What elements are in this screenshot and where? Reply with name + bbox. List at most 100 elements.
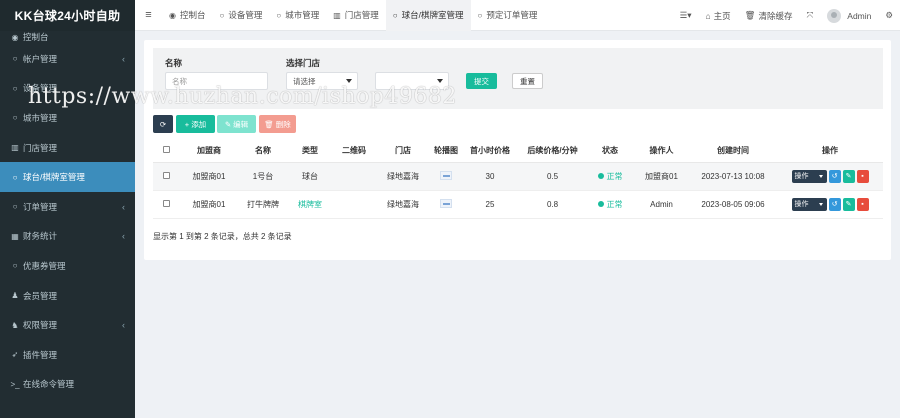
column-header[interactable]: 状态 xyxy=(586,140,634,163)
sidebar-item[interactable]: ○ 帐户管理 ‹ xyxy=(0,44,135,74)
checkbox[interactable] xyxy=(162,171,170,179)
row-delete-button[interactable]: ▪ xyxy=(856,169,869,183)
nav-tab[interactable]: ○ 球台/棋牌室管理 xyxy=(385,0,471,31)
franchisee-value: 加盟商01 xyxy=(192,171,226,181)
column-header[interactable]: 名称 xyxy=(239,140,287,163)
row-select-cell[interactable] xyxy=(153,162,179,191)
top-header: ≡ ◉ 控制台 ○ 设备管理 ○ 城市管理 ▥ 门店管理 ○ 球台/棋牌室管理 ○ 预定订单管理 ☰▾… xyxy=(135,0,900,31)
restore-button[interactable]: ↺ xyxy=(828,169,841,183)
cell-store: 绿地嘉海 xyxy=(375,162,431,191)
rocket-icon: ➶ xyxy=(11,350,19,360)
image-thumbnail-icon[interactable] xyxy=(440,198,452,208)
list-icon: ☰▾ xyxy=(679,10,692,20)
delete-button[interactable]: 🗑 删除 xyxy=(259,115,296,133)
user-menu[interactable]: Admin xyxy=(820,8,878,23)
sidebar-item[interactable]: ♞ 权限管理 ‹ xyxy=(0,310,135,340)
column-header[interactable]: 加盟商 xyxy=(179,140,239,163)
table-select[interactable] xyxy=(375,72,449,90)
nav-tab[interactable]: ▥ 门店管理 xyxy=(326,0,386,31)
chevron-left-icon: ‹ xyxy=(122,320,125,331)
fullscreen-button[interactable]: ⤧ xyxy=(799,10,820,21)
nav-tab[interactable]: ○ 预定订单管理 xyxy=(471,0,545,31)
type-value[interactable]: 球台 xyxy=(302,172,318,181)
sidebar-item[interactable]: ▥ 门店管理 xyxy=(0,133,135,163)
row-edit-button[interactable]: ✎ xyxy=(842,169,855,183)
nav-tab[interactable]: ○ 设备管理 xyxy=(213,0,270,31)
pencil-icon: ✎ xyxy=(845,173,852,180)
row-edit-button[interactable]: ✎ xyxy=(842,197,855,211)
sidebar-item[interactable]: ○ 球台/棋牌室管理 xyxy=(0,162,135,192)
action-dropdown-button[interactable]: 操作 xyxy=(791,197,827,211)
sidebar-item[interactable]: ♟ 会员管理 xyxy=(0,281,135,311)
clear-cache-button[interactable]: 🗑 清除缓存 xyxy=(738,10,800,22)
sidebar-item[interactable]: ➶ 插件管理 xyxy=(0,340,135,370)
column-header[interactable]: 二维码 xyxy=(333,140,375,163)
status-dot-icon xyxy=(597,201,604,207)
table-header-row: 加盟商 名称 类型 二维码 门店 轮播图 首小时价格 后续价格/分钟 状态 操作人 创建时间 操作 xyxy=(153,140,883,163)
submit-button[interactable]: 提交 xyxy=(466,73,497,89)
nav-tab[interactable]: ○ 城市管理 xyxy=(269,0,326,31)
action-dropdown-button[interactable]: 操作 xyxy=(791,169,827,183)
sidebar: KK台球24小时自助 ◉ 控制台 ○ 帐户管理 ‹ ○ 设备管理 ○ 城市管理 ▥ 门店管理 ○ 球台/… xyxy=(0,0,135,418)
brand-logo-text[interactable]: KK台球24小时自助 xyxy=(0,0,135,31)
trash-icon: 🗑 xyxy=(744,10,756,20)
cell-carousel[interactable] xyxy=(431,190,461,219)
cell-type[interactable]: 球台 xyxy=(287,162,333,191)
column-header[interactable]: 后续价格/分钟 xyxy=(519,140,586,163)
checkbox[interactable] xyxy=(162,199,170,207)
column-header[interactable]: 创建时间 xyxy=(689,140,777,163)
column-header[interactable]: 操作人 xyxy=(634,140,689,163)
column-header[interactable]: 门店 xyxy=(375,140,431,163)
table-row[interactable]: 加盟商01 1号台 球台 绿地嘉海 30 0.5 正常 加盟商01 2023-07-13 10:… xyxy=(153,162,883,191)
row-select-cell[interactable] xyxy=(153,190,179,219)
name-input[interactable]: 名称 xyxy=(165,72,268,90)
sidebar-item[interactable]: >_ 在线命令管理 xyxy=(0,370,135,400)
sidebar-item[interactable]: ○ 城市管理 xyxy=(0,103,135,133)
cell-name: 打牛牌牌 xyxy=(239,190,287,219)
home-button[interactable]: ⌂ 主页 xyxy=(699,10,738,22)
caret-down-icon xyxy=(346,79,352,83)
column-header[interactable]: 操作 xyxy=(777,140,883,163)
trash-icon: ▪ xyxy=(861,200,864,208)
sidebar-item[interactable]: ○ 订单管理 ‹ xyxy=(0,192,135,222)
cell-carousel[interactable] xyxy=(431,162,461,191)
nav-tab-label: 城市管理 xyxy=(285,10,320,20)
store-select[interactable]: 请选择 xyxy=(286,72,358,90)
circle-icon: ○ xyxy=(12,54,18,64)
sidebar-item[interactable]: ○ 优惠券管理 xyxy=(0,251,135,281)
select-all-checkbox[interactable] xyxy=(153,140,179,163)
table-body: 加盟商01 1号台 球台 绿地嘉海 30 0.5 正常 加盟商01 2023-07-13 10:… xyxy=(153,162,883,219)
delete-label: 删除 xyxy=(275,119,291,129)
menu-toggle-icon[interactable]: ≡ xyxy=(135,9,162,21)
cell-type[interactable]: 棋牌室 xyxy=(287,190,333,219)
nav-tab[interactable]: ◉ 控制台 xyxy=(162,0,213,31)
cell-status: 正常 xyxy=(586,162,634,191)
column-header[interactable]: 类型 xyxy=(287,140,333,163)
circle-icon: ○ xyxy=(219,10,225,20)
checkbox[interactable] xyxy=(162,146,170,154)
nav-tab-label: 设备管理 xyxy=(228,10,263,20)
column-header[interactable]: 首小时价格 xyxy=(461,140,519,163)
circle-icon: ○ xyxy=(12,83,18,93)
table-row[interactable]: 加盟商01 打牛牌牌 棋牌室 绿地嘉海 25 0.8 正常 Admin 2023-08-05 0… xyxy=(153,190,883,219)
sidebar-item[interactable]: ▦ 财务统计 ‹ xyxy=(0,222,135,252)
settings-button[interactable]: ⚙ xyxy=(878,10,900,21)
type-value[interactable]: 棋牌室 xyxy=(298,200,322,209)
undo-icon: ↺ xyxy=(831,201,838,208)
row-delete-button[interactable]: ▪ xyxy=(856,197,869,211)
add-button[interactable]: + 添加 xyxy=(176,115,215,133)
layout-menu-button[interactable]: ☰▾ xyxy=(673,10,699,21)
refresh-button[interactable]: ⟳ xyxy=(153,115,173,133)
add-label: 添加 xyxy=(191,119,207,129)
sidebar-item[interactable]: ○ 设备管理 xyxy=(0,74,135,104)
sidebar-item[interactable]: ◉ 控制台 xyxy=(0,30,135,44)
cell-status: 正常 xyxy=(586,190,634,219)
restore-button[interactable]: ↺ xyxy=(828,197,841,211)
reset-button[interactable]: 重置 xyxy=(512,73,543,89)
circle-icon: ○ xyxy=(276,10,282,20)
clear-cache-label: 清除缓存 xyxy=(758,10,793,21)
circle-icon: ○ xyxy=(12,202,18,212)
edit-button[interactable]: ✎ 编辑 xyxy=(217,115,256,133)
image-thumbnail-icon[interactable] xyxy=(440,170,452,180)
column-header[interactable]: 轮播图 xyxy=(431,140,461,163)
